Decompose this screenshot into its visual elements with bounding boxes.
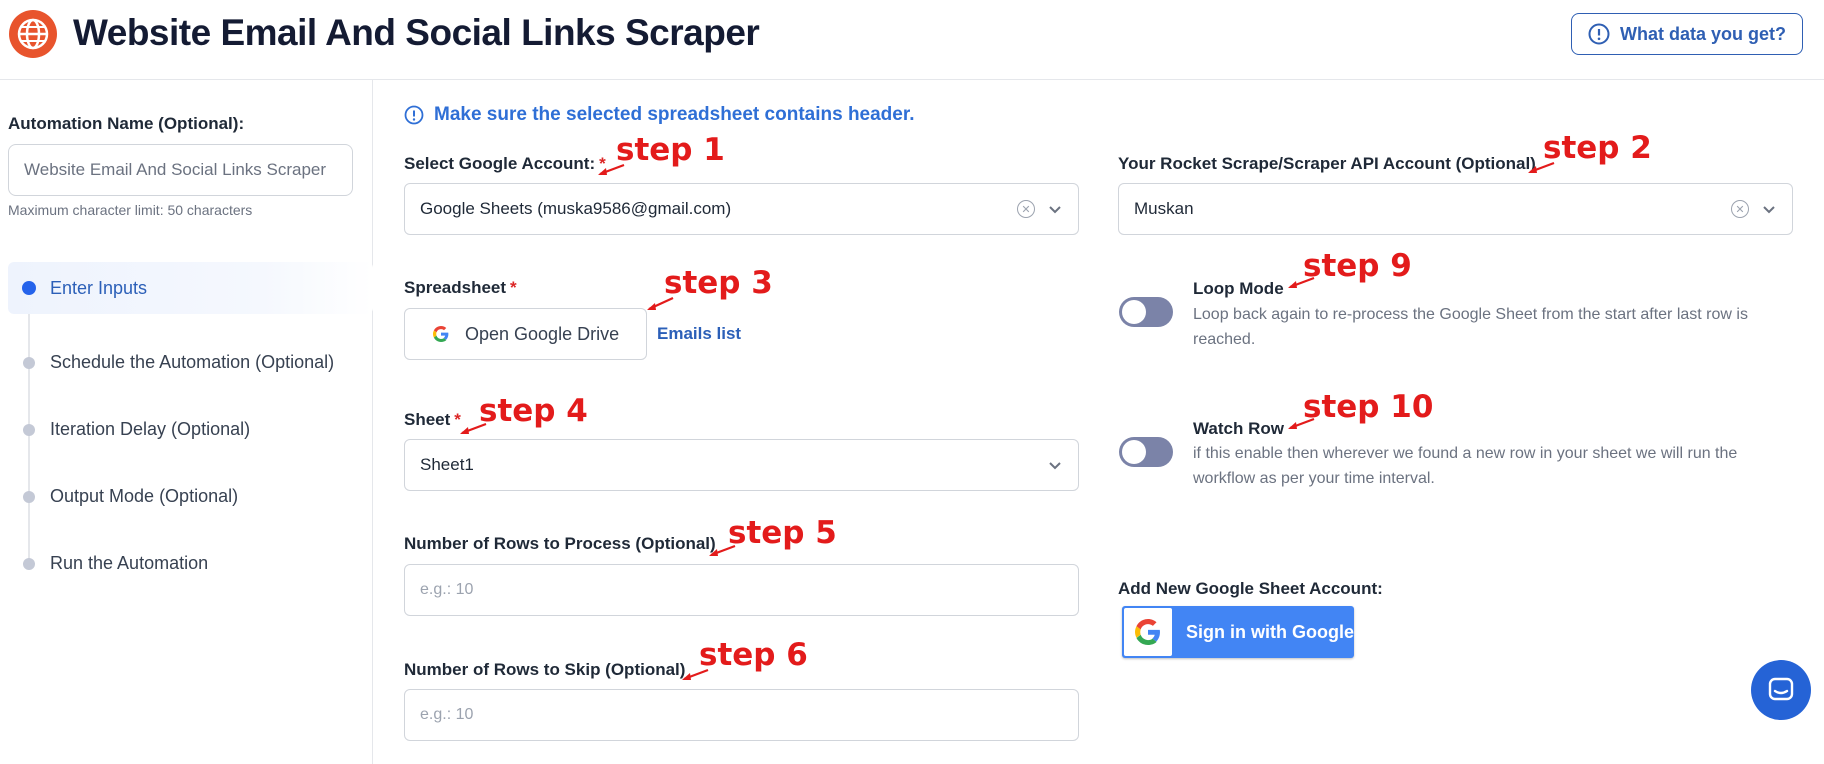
step-dot: [23, 423, 35, 436]
chat-button[interactable]: [1751, 660, 1811, 720]
page-title: Website Email And Social Links Scraper: [73, 12, 760, 53]
step-label: Enter Inputs: [50, 277, 148, 298]
what-data-label: What data you get?: [1620, 23, 1786, 44]
annotation-step-10: step 10: [1303, 389, 1434, 425]
header-notice: Make sure the selected spreadsheet conta…: [404, 104, 914, 126]
automation-name-hint: Maximum character limit: 50 characters: [8, 202, 253, 218]
annotation-step-3: step 3: [664, 265, 773, 301]
open-drive-label: Open Google Drive: [465, 323, 620, 344]
annotation-arrow: [1528, 161, 1555, 174]
sign-in-google-button[interactable]: Sign in with Google: [1122, 606, 1354, 658]
automation-name-input[interactable]: Website Email And Social Links Scraper: [8, 144, 353, 196]
step-label: Schedule the Automation (Optional): [50, 352, 335, 372]
required-mark: *: [510, 278, 517, 297]
step-dot: [23, 356, 35, 369]
step-dot: [23, 490, 35, 503]
annotation-step-5: step 5: [728, 515, 837, 551]
spreadsheet-label-text: Spreadsheet: [404, 278, 507, 297]
step-run[interactable]: Run the Automation: [8, 530, 373, 597]
watch-row-description: if this enable then wherever we found a …: [1193, 445, 1738, 487]
info-icon: [1588, 23, 1610, 45]
app-header: Website Email And Social Links Scraper W…: [0, 0, 1824, 80]
rows-to-process-label: Number of Rows to Process (Optional): [404, 534, 716, 553]
google-account-label: Select Google Account: *: [404, 154, 606, 174]
step-enter-inputs[interactable]: Enter Inputs: [8, 262, 373, 314]
add-account-label: Add New Google Sheet Account:: [1118, 579, 1383, 598]
step-dot: [22, 281, 36, 295]
annotation-arrow: [709, 544, 736, 557]
annotation-step-6: step 6: [699, 637, 808, 673]
toggle-knob: [1122, 300, 1146, 324]
info-icon: [404, 105, 424, 125]
what-data-button[interactable]: What data you get?: [1571, 13, 1803, 55]
api-account-value: Muskan: [1134, 199, 1194, 218]
toggle-knob: [1122, 440, 1146, 464]
annotation-step-4: step 4: [479, 393, 588, 429]
open-google-drive-button[interactable]: Open Google Drive: [404, 308, 647, 360]
chevron-down-icon: [1763, 206, 1775, 214]
annotation-step-9: step 9: [1303, 248, 1412, 284]
annotation-arrow: [598, 163, 625, 176]
watch-row-title: Watch Row: [1193, 419, 1284, 438]
step-label: Iteration Delay (Optional): [50, 419, 251, 439]
sheet-value: Sheet1: [420, 455, 474, 474]
rows-to-skip-input[interactable]: e.g.: 10: [404, 689, 1079, 741]
annotation-step-2: step 2: [1543, 130, 1652, 166]
google-icon: [433, 326, 449, 342]
google-account-value: Google Sheets (muska9586@gmail.com): [420, 199, 732, 218]
chevron-down-icon: [1049, 206, 1061, 214]
step-iteration-delay[interactable]: Iteration Delay (Optional): [8, 396, 373, 463]
loop-mode-description: Loop back again to re-process the Google…: [1193, 306, 1748, 348]
clear-icon[interactable]: ✕: [1017, 200, 1035, 218]
automation-name-label: Automation Name (Optional):: [8, 114, 245, 133]
annotation-arrow: [460, 422, 487, 435]
sheet-select[interactable]: Sheet1: [404, 439, 1079, 491]
annotation-arrow: [647, 297, 674, 310]
loop-mode-toggle[interactable]: [1119, 297, 1173, 327]
annotation-step-1: step 1: [616, 132, 725, 168]
step-label: Run the Automation: [50, 553, 209, 573]
sidebar: Automation Name (Optional): Website Emai…: [0, 80, 373, 764]
api-account-label: Your Rocket Scrape/Scraper API Account (…: [1118, 154, 1536, 173]
sheet-label-text: Sheet: [404, 410, 451, 429]
annotation-arrow: [682, 668, 709, 681]
step-label: Output Mode (Optional): [50, 486, 239, 506]
notice-text: Make sure the selected spreadsheet conta…: [434, 104, 915, 125]
google-account-select[interactable]: Google Sheets (muska9586@gmail.com) ✕: [404, 183, 1079, 235]
rows-to-process-input[interactable]: e.g.: 10: [404, 564, 1079, 616]
chevron-down-icon: [1049, 462, 1061, 470]
step-schedule[interactable]: Schedule the Automation (Optional): [8, 329, 373, 396]
sheet-label: Sheet *: [404, 410, 461, 430]
step-dot: [23, 557, 35, 570]
google-icon: [1124, 608, 1172, 656]
sign-in-google-label: Sign in with Google: [1186, 621, 1354, 642]
loop-mode-title: Loop Mode: [1193, 279, 1284, 298]
google-account-label-text: Select Google Account:: [404, 154, 596, 173]
selected-spreadsheet-link[interactable]: Emails list: [657, 324, 741, 344]
globe-icon: [9, 10, 57, 58]
step-output-mode[interactable]: Output Mode (Optional): [8, 463, 373, 530]
api-account-select[interactable]: Muskan ✕: [1118, 183, 1793, 235]
clear-icon[interactable]: ✕: [1731, 200, 1749, 218]
chat-icon: [1768, 677, 1794, 701]
watch-row-toggle[interactable]: [1119, 437, 1173, 467]
spreadsheet-label: Spreadsheet *: [404, 278, 517, 298]
rows-to-skip-label: Number of Rows to Skip (Optional): [404, 660, 686, 679]
annotation-arrow: [1288, 417, 1315, 430]
steps-nav: Enter Inputs Schedule the Automation (Op…: [8, 262, 373, 597]
annotation-arrow: [1288, 276, 1315, 289]
